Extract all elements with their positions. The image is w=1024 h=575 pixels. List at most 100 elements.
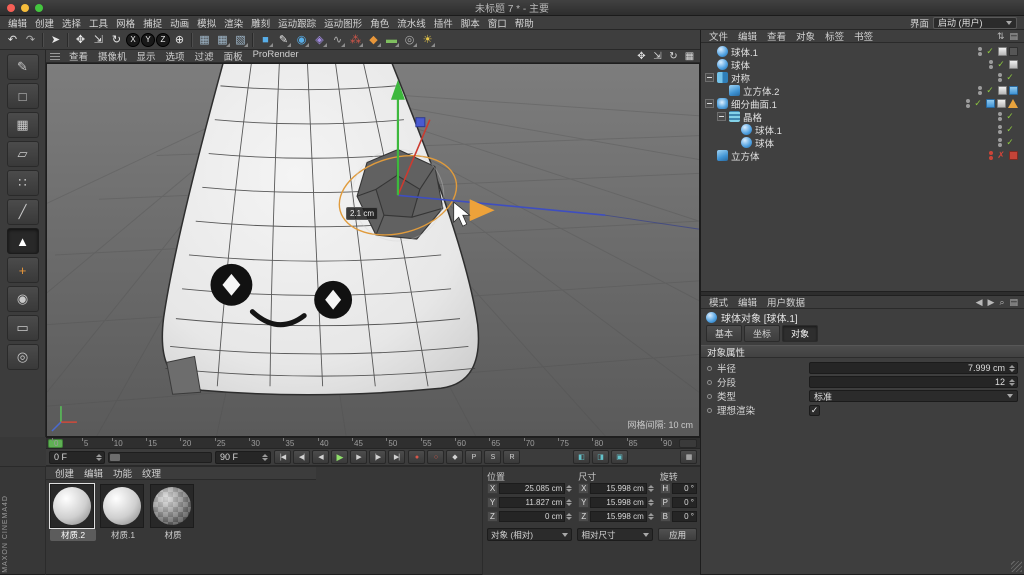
play-button[interactable]: ▶ [331,450,348,464]
object-tag-icon[interactable] [986,99,995,108]
snap-icon[interactable]: ◉ [7,286,39,312]
menu-item[interactable]: 捕捉 [139,16,166,30]
enabled-toggle[interactable]: ✓ [985,46,995,57]
object-tag-icon[interactable] [997,99,1006,108]
next-key-button[interactable]: |▶ [369,450,386,464]
volume-icon[interactable]: ◆ [365,31,382,48]
am-back-icon[interactable]: ◀ [976,297,983,308]
material-menu-item[interactable]: 纹理 [137,466,166,480]
visibility-dots[interactable] [989,151,993,160]
object-manager-menu-item[interactable]: 查看 [762,29,791,43]
visibility-dots[interactable] [998,73,1002,82]
object-row[interactable]: 球体 ✓ [701,136,1024,149]
coordinate-value-field[interactable]: 0 ° [672,497,697,508]
viewport-menu-icon[interactable] [50,53,60,60]
object-row[interactable]: 晶格 ✓ [701,110,1024,123]
attribute-tab[interactable]: 对象 [782,325,818,342]
window-resize-grip[interactable] [1011,561,1022,572]
menu-item[interactable]: 雕刻 [247,16,274,30]
layout-grid-button[interactable]: ▦ [680,450,697,464]
attribute-value-field[interactable]: 12 [809,376,1018,388]
viewport-menu-item[interactable]: ProRender [248,49,304,63]
interface-dropdown[interactable]: 启动 (用户) [933,17,1017,29]
expander-icon[interactable] [717,112,726,121]
apply-button[interactable]: 应用 [658,528,697,541]
next-frame-button[interactable]: ▶ [350,450,367,464]
points-mode-icon[interactable]: ∷ [7,170,39,196]
menu-item[interactable]: 渲染 [220,16,247,30]
menu-item[interactable]: 窗口 [484,16,511,30]
object-manager-menu-item[interactable]: 文件 [704,29,733,43]
keyframe-bullet-icon[interactable] [707,366,712,371]
enabled-toggle[interactable]: ✓ [1005,72,1015,83]
attribute-tab[interactable]: 坐标 [744,325,780,342]
attribute-tab[interactable]: 基本 [706,325,742,342]
keyframe-bullet-icon[interactable] [707,408,712,413]
object-tag-icon[interactable] [998,47,1007,56]
viewport-menu-item[interactable]: 过滤 [190,49,219,63]
autokey-button[interactable]: ○ [427,450,444,464]
object-row[interactable]: 立方体 ✗ [701,149,1024,162]
menu-item[interactable]: 编辑 [4,16,31,30]
scale-icon[interactable]: ⇲ [90,31,107,48]
render-view-icon[interactable]: ▦ [196,31,213,48]
toolbar-separator[interactable] [189,32,195,48]
current-frame-field[interactable]: 0 F [49,451,105,464]
edges-mode-icon[interactable]: ╱ [7,199,39,225]
object-manager-menu-item[interactable]: 书签 [849,29,878,43]
material-item[interactable]: 材质 [150,484,196,541]
texture-mode-icon[interactable]: ▦ [7,112,39,138]
viewport-menu-item[interactable]: 面板 [219,49,248,63]
record-rotation-button[interactable]: R [503,450,520,464]
menu-item[interactable]: 工具 [85,16,112,30]
attribute-checkbox[interactable]: ✓ [809,405,820,416]
object-row[interactable]: 球体.1 ✓ [701,123,1024,136]
object-row[interactable]: 立方体.2 ✓ [701,84,1024,97]
undo-icon[interactable]: ↶ [4,31,21,48]
menu-item[interactable]: 脚本 [457,16,484,30]
attribute-menu-item[interactable]: 模式 [704,295,733,309]
attribute-menu-item[interactable]: 用户数据 [762,295,810,309]
coordinate-value-field[interactable]: 0 cm [499,511,565,522]
visibility-dots[interactable] [998,125,1002,134]
viewport-canvas[interactable]: 2.1 cm 网格间隔: 10 cm [46,63,700,437]
material-item[interactable]: 材质.2 [50,484,96,541]
solo-single-button[interactable]: ◨ [592,450,609,464]
coordinate-value-field[interactable]: 15.998 cm [590,511,646,522]
prev-key-button[interactable]: ◀| [293,450,310,464]
move-icon[interactable]: ✥ [72,31,89,48]
enabled-toggle[interactable]: ✓ [985,85,995,96]
coordinate-mode-dropdown[interactable]: 对象 (相对) [487,528,572,541]
visibility-dots[interactable] [998,112,1002,121]
material-thumbnail[interactable] [150,484,194,528]
ruler-options-button[interactable] [679,439,697,448]
visibility-dots[interactable] [989,60,993,69]
am-list-icon[interactable]: ▤ [1009,297,1018,308]
size-mode-dropdown[interactable]: 相对尺寸 [577,528,653,541]
menu-item[interactable]: 流水线 [393,16,430,30]
coordinate-value-field[interactable]: 11.827 cm [499,497,565,508]
om-panel-icon[interactable]: ▤ [1009,31,1018,42]
object-tag-icon[interactable] [1009,151,1018,160]
menu-item[interactable]: 模拟 [193,16,220,30]
menu-item[interactable]: 动画 [166,16,193,30]
record-scale-button[interactable]: S [484,450,501,464]
mograph-icon[interactable]: ⁂ [347,31,364,48]
visibility-dots[interactable] [998,138,1002,147]
am-search-icon[interactable]: ⌕ [999,297,1004,308]
viewport-layout-icon[interactable]: ▦ [683,51,696,62]
toolbar-separator[interactable] [40,32,46,48]
enabled-toggle[interactable]: ✓ [973,98,983,109]
stepper-icon[interactable] [95,454,104,461]
menu-item[interactable]: 运动跟踪 [274,16,320,30]
workplane-lock-icon[interactable]: ▭ [7,315,39,341]
material-menu-item[interactable]: 编辑 [79,466,108,480]
viewport-menu-item[interactable]: 查看 [64,49,93,63]
object-manager-menu-item[interactable]: 对象 [791,29,820,43]
menu-item[interactable]: 运动图形 [320,16,366,30]
solo-hierarchy-button[interactable]: ▣ [611,450,628,464]
om-scroll-icon[interactable]: ⇅ [997,31,1005,42]
prev-frame-button[interactable]: ◀ [312,450,329,464]
menu-item[interactable]: 帮助 [511,16,538,30]
coordinate-value-field[interactable]: 15.998 cm [590,497,646,508]
